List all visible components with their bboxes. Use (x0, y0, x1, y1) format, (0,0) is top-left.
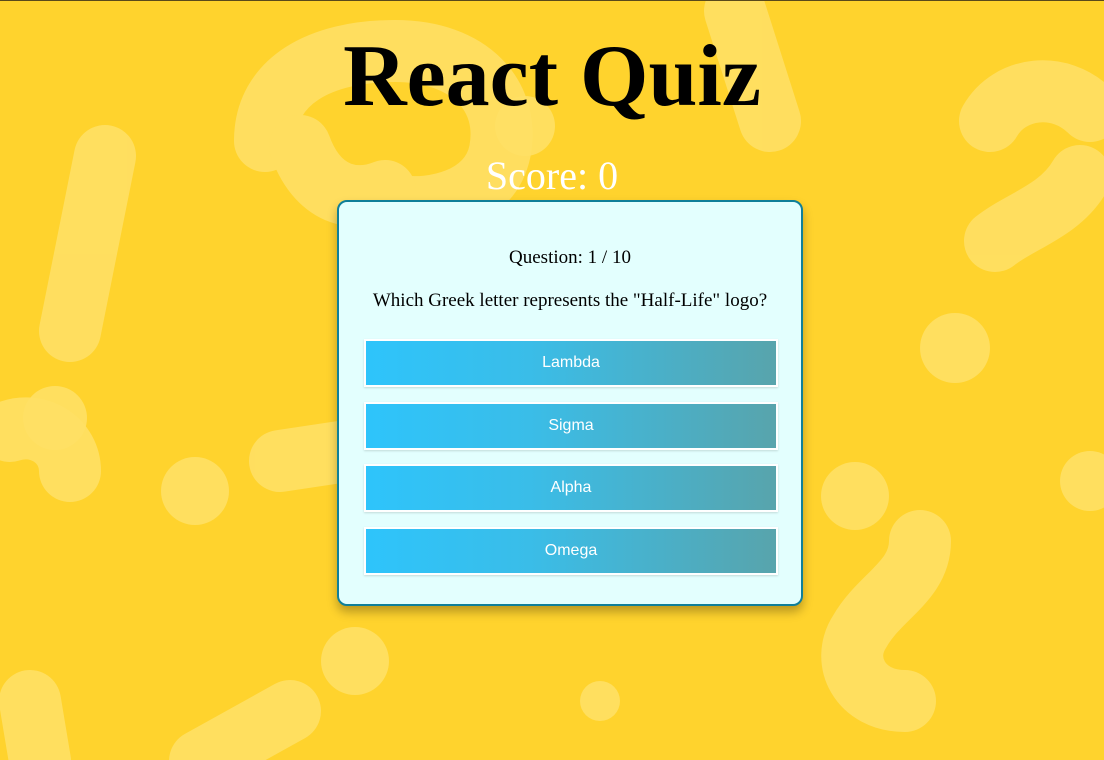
answer-button-sigma[interactable]: Sigma (364, 401, 778, 450)
question-card: Question: 1 / 10 Which Greek letter repr… (337, 200, 803, 606)
answer-button-alpha[interactable]: Alpha (364, 464, 778, 512)
question-progress: Question: 1 / 10 (509, 247, 631, 268)
question-text: Which Greek letter represents the "Half-… (372, 290, 768, 311)
score-display: Score: 0 (485, 153, 619, 198)
answer-button-omega[interactable]: Omega (364, 526, 778, 575)
page-title: React Quiz (343, 28, 761, 125)
answer-list: Lambda Sigma Alpha Omega (364, 339, 778, 589)
answer-button-lambda[interactable]: Lambda (364, 339, 778, 387)
